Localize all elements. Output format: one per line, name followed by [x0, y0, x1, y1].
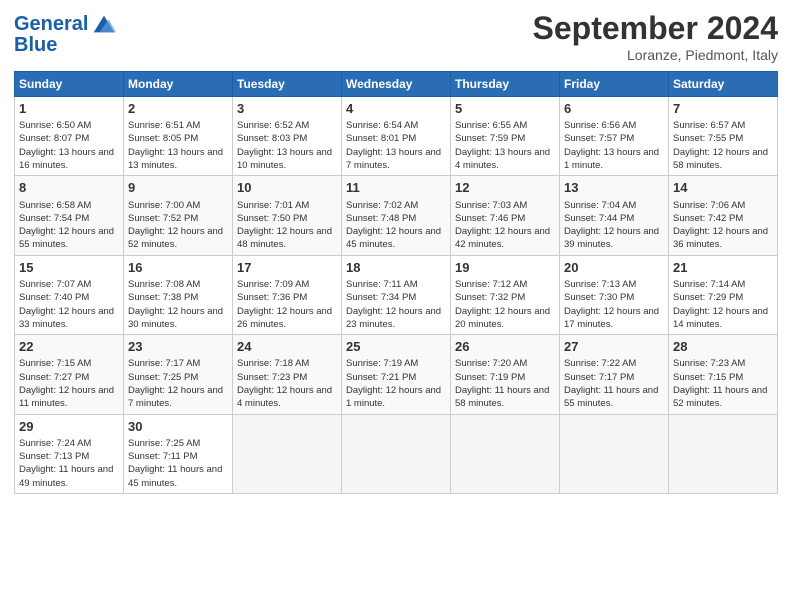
day-cell: 15Sunrise: 7:07 AMSunset: 7:40 PMDayligh… — [15, 255, 124, 334]
week-row-1: 1Sunrise: 6:50 AMSunset: 8:07 PMDaylight… — [15, 97, 778, 176]
title-block: September 2024 Loranze, Piedmont, Italy — [533, 10, 778, 63]
day-cell: 21Sunrise: 7:14 AMSunset: 7:29 PMDayligh… — [669, 255, 778, 334]
day-number: 10 — [237, 179, 337, 197]
day-cell: 14Sunrise: 7:06 AMSunset: 7:42 PMDayligh… — [669, 176, 778, 255]
day-cell: 1Sunrise: 6:50 AMSunset: 8:07 PMDaylight… — [15, 97, 124, 176]
logo-blue: Blue — [14, 34, 57, 57]
day-number: 23 — [128, 338, 228, 356]
logo-icon — [90, 10, 118, 38]
day-number: 2 — [128, 100, 228, 118]
col-saturday: Saturday — [669, 72, 778, 97]
day-cell: 12Sunrise: 7:03 AMSunset: 7:46 PMDayligh… — [451, 176, 560, 255]
col-sunday: Sunday — [15, 72, 124, 97]
day-number: 9 — [128, 179, 228, 197]
col-thursday: Thursday — [451, 72, 560, 97]
day-cell: 7Sunrise: 6:57 AMSunset: 7:55 PMDaylight… — [669, 97, 778, 176]
col-wednesday: Wednesday — [342, 72, 451, 97]
day-number: 11 — [346, 179, 446, 197]
day-cell: 23Sunrise: 7:17 AMSunset: 7:25 PMDayligh… — [124, 335, 233, 414]
logo-text: General — [14, 13, 88, 35]
day-number: 30 — [128, 418, 228, 436]
day-cell: 18Sunrise: 7:11 AMSunset: 7:34 PMDayligh… — [342, 255, 451, 334]
day-cell: 28Sunrise: 7:23 AMSunset: 7:15 PMDayligh… — [669, 335, 778, 414]
day-cell: 29Sunrise: 7:24 AMSunset: 7:13 PMDayligh… — [15, 414, 124, 493]
day-cell: 2Sunrise: 6:51 AMSunset: 8:05 PMDaylight… — [124, 97, 233, 176]
day-number: 28 — [673, 338, 773, 356]
day-number: 3 — [237, 100, 337, 118]
day-number: 15 — [19, 259, 119, 277]
day-number: 6 — [564, 100, 664, 118]
day-number: 27 — [564, 338, 664, 356]
day-number: 13 — [564, 179, 664, 197]
day-cell — [560, 414, 669, 493]
week-row-5: 29Sunrise: 7:24 AMSunset: 7:13 PMDayligh… — [15, 414, 778, 493]
day-cell: 11Sunrise: 7:02 AMSunset: 7:48 PMDayligh… — [342, 176, 451, 255]
day-cell — [451, 414, 560, 493]
day-number: 26 — [455, 338, 555, 356]
day-number: 12 — [455, 179, 555, 197]
day-cell — [233, 414, 342, 493]
day-number: 18 — [346, 259, 446, 277]
col-monday: Monday — [124, 72, 233, 97]
col-friday: Friday — [560, 72, 669, 97]
day-number: 1 — [19, 100, 119, 118]
day-number: 25 — [346, 338, 446, 356]
day-cell: 20Sunrise: 7:13 AMSunset: 7:30 PMDayligh… — [560, 255, 669, 334]
day-number: 7 — [673, 100, 773, 118]
day-cell — [342, 414, 451, 493]
logo: General Blue — [14, 10, 118, 57]
day-cell: 4Sunrise: 6:54 AMSunset: 8:01 PMDaylight… — [342, 97, 451, 176]
day-number: 4 — [346, 100, 446, 118]
day-cell: 19Sunrise: 7:12 AMSunset: 7:32 PMDayligh… — [451, 255, 560, 334]
day-cell: 10Sunrise: 7:01 AMSunset: 7:50 PMDayligh… — [233, 176, 342, 255]
day-cell: 25Sunrise: 7:19 AMSunset: 7:21 PMDayligh… — [342, 335, 451, 414]
day-cell: 22Sunrise: 7:15 AMSunset: 7:27 PMDayligh… — [15, 335, 124, 414]
day-cell: 17Sunrise: 7:09 AMSunset: 7:36 PMDayligh… — [233, 255, 342, 334]
day-cell: 24Sunrise: 7:18 AMSunset: 7:23 PMDayligh… — [233, 335, 342, 414]
day-cell: 5Sunrise: 6:55 AMSunset: 7:59 PMDaylight… — [451, 97, 560, 176]
day-number: 16 — [128, 259, 228, 277]
col-tuesday: Tuesday — [233, 72, 342, 97]
day-cell: 16Sunrise: 7:08 AMSunset: 7:38 PMDayligh… — [124, 255, 233, 334]
week-row-3: 15Sunrise: 7:07 AMSunset: 7:40 PMDayligh… — [15, 255, 778, 334]
day-cell: 3Sunrise: 6:52 AMSunset: 8:03 PMDaylight… — [233, 97, 342, 176]
day-cell: 9Sunrise: 7:00 AMSunset: 7:52 PMDaylight… — [124, 176, 233, 255]
calendar-table: Sunday Monday Tuesday Wednesday Thursday… — [14, 71, 778, 494]
day-number: 29 — [19, 418, 119, 436]
day-cell: 6Sunrise: 6:56 AMSunset: 7:57 PMDaylight… — [560, 97, 669, 176]
day-number: 17 — [237, 259, 337, 277]
day-number: 8 — [19, 179, 119, 197]
week-row-2: 8Sunrise: 6:58 AMSunset: 7:54 PMDaylight… — [15, 176, 778, 255]
day-number: 20 — [564, 259, 664, 277]
calendar-header: General Blue September 2024 Loranze, Pie… — [14, 10, 778, 63]
day-cell — [669, 414, 778, 493]
day-cell: 27Sunrise: 7:22 AMSunset: 7:17 PMDayligh… — [560, 335, 669, 414]
calendar-container: General Blue September 2024 Loranze, Pie… — [0, 0, 792, 504]
day-number: 21 — [673, 259, 773, 277]
day-number: 24 — [237, 338, 337, 356]
month-title: September 2024 — [533, 10, 778, 47]
location: Loranze, Piedmont, Italy — [533, 47, 778, 63]
day-number: 14 — [673, 179, 773, 197]
day-cell: 8Sunrise: 6:58 AMSunset: 7:54 PMDaylight… — [15, 176, 124, 255]
day-number: 5 — [455, 100, 555, 118]
week-row-4: 22Sunrise: 7:15 AMSunset: 7:27 PMDayligh… — [15, 335, 778, 414]
day-number: 22 — [19, 338, 119, 356]
day-cell: 13Sunrise: 7:04 AMSunset: 7:44 PMDayligh… — [560, 176, 669, 255]
header-row: Sunday Monday Tuesday Wednesday Thursday… — [15, 72, 778, 97]
day-cell: 30Sunrise: 7:25 AMSunset: 7:11 PMDayligh… — [124, 414, 233, 493]
day-cell: 26Sunrise: 7:20 AMSunset: 7:19 PMDayligh… — [451, 335, 560, 414]
day-number: 19 — [455, 259, 555, 277]
